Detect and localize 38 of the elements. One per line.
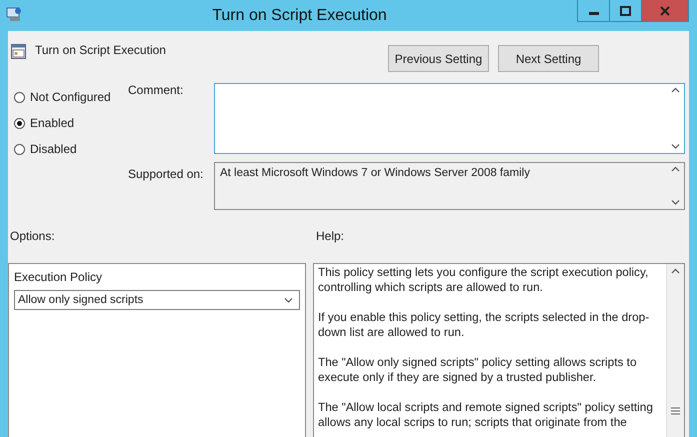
help-paragraph: The "Allow only signed scripts" policy setting allows scripts to execute only if they are signed by a trusted publisher. bbox=[318, 355, 638, 385]
scroll-up-icon[interactable] bbox=[671, 166, 680, 173]
policy-setting-icon bbox=[11, 44, 26, 59]
radio-button[interactable] bbox=[14, 144, 25, 154]
state-radio-option[interactable]: Not Configured bbox=[14, 90, 128, 104]
help-label: Help: bbox=[316, 229, 344, 243]
help-paragraph: If you enable this policy setting, the scripts selected in the drop-down list are allowed to run. bbox=[318, 310, 650, 340]
comment-field[interactable] bbox=[214, 83, 685, 154]
state-radio-option[interactable]: Disabled bbox=[14, 142, 128, 156]
field-label: Execution Policy bbox=[14, 270, 104, 284]
setting-nav-button[interactable]: Next Setting bbox=[498, 45, 599, 72]
caret-icon bbox=[284, 296, 293, 304]
maximize-icon bbox=[620, 6, 631, 16]
close-button[interactable] bbox=[642, 0, 688, 21]
help-paragraph: This policy setting lets you configure the script execution policy, controlling which scripts are allowed to run. bbox=[318, 265, 650, 295]
supported-on-field: At least Microsoft Windows 7 or Windows Server 2008 family bbox=[214, 162, 685, 210]
scroll-down-icon[interactable] bbox=[671, 143, 680, 150]
radio-label: Not Configured bbox=[30, 90, 111, 104]
scroll-up-icon[interactable] bbox=[671, 87, 680, 94]
setting-name: Turn on Script Execution bbox=[35, 43, 166, 57]
scroll-down-icon[interactable] bbox=[671, 199, 680, 206]
app-icon bbox=[6, 6, 22, 22]
minimize-icon bbox=[588, 12, 598, 15]
radio-label: Disabled bbox=[30, 142, 77, 156]
options-label: Options: bbox=[10, 229, 56, 243]
scroll-up-icon[interactable] bbox=[671, 268, 680, 275]
comment-label: Comment: bbox=[128, 83, 184, 97]
window-title: Turn on Script Execution bbox=[211, 6, 388, 26]
scroll-grip-icon[interactable] bbox=[671, 407, 680, 415]
radio-button[interactable] bbox=[14, 92, 25, 102]
close-icon bbox=[660, 6, 670, 16]
radio-label: Enabled bbox=[30, 116, 74, 130]
supported-on-label: Supported on: bbox=[128, 166, 204, 181]
radio-button[interactable] bbox=[14, 118, 25, 128]
setting-nav-button[interactable]: Previous Setting bbox=[388, 45, 489, 72]
state-radio-option[interactable]: Enabled bbox=[14, 116, 128, 130]
help-paragraph: The "Allow local scripts and remote signed scripts" policy setting allows any local scrips to run; scripts that originate from the bbox=[318, 400, 654, 430]
execution-policy-dropdown[interactable]: Allow only signed scripts bbox=[14, 290, 300, 310]
